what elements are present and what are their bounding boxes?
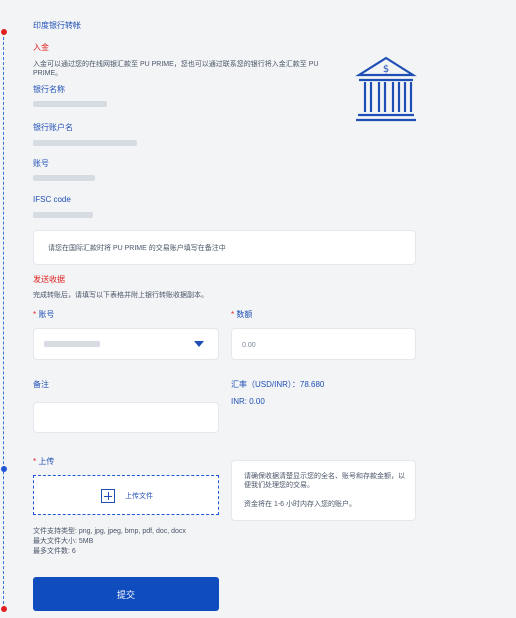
upload-file-button[interactable]: 上传文件 — [125, 492, 153, 501]
remark-input[interactable] — [33, 402, 219, 433]
upload-label-text: 上传 — [38, 457, 55, 466]
deposit-heading: 入金 — [33, 43, 49, 52]
bank-building-icon: $ — [355, 56, 417, 122]
ifsc-value — [33, 212, 93, 218]
amount-input[interactable]: 0.00 — [231, 328, 416, 360]
amount-field-label: * 数额 — [231, 309, 252, 320]
step-dot-upload — [1, 466, 7, 472]
account-name-label: 银行账户名 — [33, 123, 73, 132]
account-name-value — [33, 140, 137, 146]
amount-placeholder: 0.00 — [242, 342, 256, 349]
deposit-description: 入金可以通过您的在线网银汇款至 PU PRIME，您也可以通过联系您的银行将入金… — [33, 61, 319, 77]
ifsc-label: IFSC code — [33, 195, 71, 204]
upload-info-card: 请确保收据清楚显示您的全名、账号和存款金额，以便我们处理您的交易。 资金将在 1… — [231, 460, 416, 521]
step-dot-deposit — [1, 29, 7, 35]
svg-text:$: $ — [383, 64, 389, 75]
max-file-size-text: 最大文件大小: 5MB — [33, 538, 94, 545]
upload-dropzone[interactable]: 上传文件 — [33, 475, 219, 515]
step-dot-submit — [1, 606, 7, 612]
required-mark: * — [231, 310, 235, 319]
account-field-label: * 账号 — [33, 309, 54, 320]
receipt-description: 完成转账后，请填写以下表格并附上银行转账收据副本。 — [33, 292, 208, 299]
progress-rail — [3, 32, 4, 609]
account-number-label: 账号 — [33, 159, 49, 168]
page-title: 印度银行转帐 — [33, 21, 81, 30]
account-number-value — [33, 175, 95, 181]
account-field-label-text: 账号 — [38, 310, 55, 319]
upload-label: * 上传 — [33, 456, 54, 467]
bank-name-value — [33, 101, 107, 107]
amount-field-label-text: 数额 — [236, 310, 253, 319]
exchange-rate-text: 汇率（USD/INR）：78.680 — [231, 380, 325, 389]
plus-icon — [101, 489, 115, 503]
bank-name-label: 银行名称 — [33, 85, 65, 94]
account-select-value — [44, 341, 100, 347]
receipt-heading: 发送收据 — [33, 275, 65, 284]
file-types-text: 文件支持类型: png, jpg, jpeg, bmp, pdf, doc, d… — [33, 528, 186, 535]
inr-amount-text: INR: 0.00 — [231, 397, 265, 406]
remark-notice-card: 请您在国际汇款时将 PU PRIME 的交易账户填写在备注中 — [33, 230, 416, 265]
submit-button[interactable]: 提交 — [33, 577, 219, 611]
account-select[interactable] — [33, 328, 219, 360]
upload-info-time: 资金将在 1-6 小时内存入您的账户。 — [244, 501, 357, 508]
remark-notice-text: 请您在国际汇款时将 PU PRIME 的交易账户填写在备注中 — [48, 245, 226, 252]
max-file-count-text: 最多文件数: 6 — [33, 548, 76, 555]
chevron-down-icon — [194, 341, 204, 347]
required-mark: * — [33, 457, 37, 466]
required-mark: * — [33, 310, 37, 319]
upload-info-text: 请确保收据清楚显示您的全名、账号和存款金额，以便我们处理您的交易。 — [244, 473, 405, 489]
remark-label: 备注 — [33, 380, 49, 389]
